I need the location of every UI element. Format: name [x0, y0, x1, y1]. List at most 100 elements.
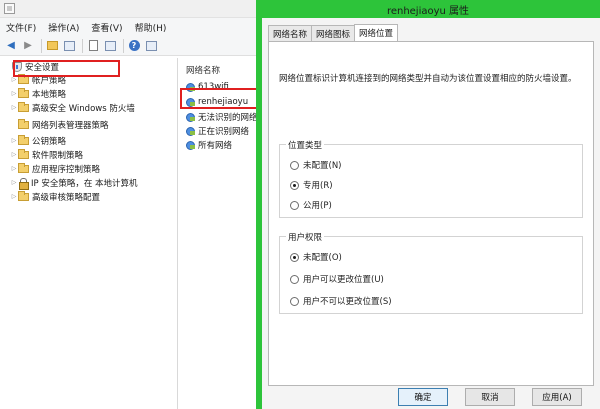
menu-help[interactable]: 帮助(H) — [135, 21, 167, 34]
menu-file[interactable]: 文件(F) — [6, 21, 36, 34]
chevron-right-icon[interactable]: ▷ — [10, 179, 18, 186]
radio-location-private[interactable]: 专用(R) — [290, 179, 333, 191]
radio-label: 用户不可以更改位置(S) — [303, 297, 392, 307]
tree-item-advanced-audit[interactable]: ▷ 高级审核策略配置 — [10, 190, 100, 203]
tree-item-software-restriction[interactable]: ▷ 软件限制策略 — [10, 148, 83, 161]
chevron-right-icon[interactable]: ▷ — [10, 137, 18, 144]
list-item[interactable]: 无法识别的网络 — [185, 110, 258, 123]
list-pane: 网络名称 613wifi renhejiaoyu 无法识别的网络 正在识别网络 … — [182, 58, 260, 409]
user-permissions-group: 用户权限 未配置(O) 用户可以更改位置(U) 用户不可以更改位置(S) — [279, 231, 583, 314]
tree-item-app-control[interactable]: ▷ 应用程序控制策略 — [10, 162, 100, 175]
tree-item-windows-firewall[interactable]: ▷ 高级安全 Windows 防火墙 — [10, 101, 135, 114]
chevron-right-icon[interactable]: ▷ — [10, 104, 18, 111]
list-item[interactable]: 正在识别网络 — [185, 124, 249, 137]
app-icon — [4, 3, 15, 14]
radio-button-icon[interactable] — [290, 296, 299, 306]
list-item[interactable]: 所有网络 — [185, 138, 232, 151]
list-item-label: 无法识别的网络 — [198, 112, 258, 123]
red-highlight-box — [180, 88, 259, 109]
radio-permission-user-cannot-change[interactable]: 用户不可以更改位置(S) — [290, 295, 392, 307]
toolbar-separator — [41, 38, 42, 53]
radio-button-icon[interactable] — [290, 274, 299, 284]
export-list-icon[interactable] — [86, 39, 100, 53]
chevron-right-icon[interactable]: ▷ — [10, 165, 18, 172]
ok-button[interactable]: 确定 — [398, 388, 448, 406]
list-item-label: 正在识别网络 — [198, 126, 250, 137]
tab-network-location[interactable]: 网络位置 — [354, 24, 399, 41]
tab-panel: 网络位置标识计算机连接到的网络类型并自动为该位置设置相应的防火墙设置。 位置类型… — [268, 41, 594, 386]
show-hide-tree-icon[interactable] — [62, 39, 76, 53]
tree-item-local-policies[interactable]: ▷ 本地策略 — [10, 87, 66, 100]
forward-arrow-icon[interactable]: ▶ — [21, 39, 35, 53]
cancel-button[interactable]: 取消 — [465, 388, 515, 406]
properties-dialog: renhejiaoyu 属性 网络名称 网络图标 网络位置 网络位置标识计算机连… — [256, 0, 600, 409]
apply-button[interactable]: 应用(A) — [532, 388, 582, 406]
radio-permission-not-configured[interactable]: 未配置(O) — [290, 251, 342, 263]
tree-item-label: 网络列表管理器策略 — [32, 120, 109, 131]
radio-permission-user-can-change[interactable]: 用户可以更改位置(U) — [290, 273, 384, 285]
window-titlebar — [0, 0, 260, 18]
tab-network-name[interactable]: 网络名称 — [268, 25, 313, 41]
up-folder-icon[interactable] — [45, 39, 59, 53]
chevron-right-icon[interactable]: ▷ — [10, 90, 18, 97]
properties-icon[interactable] — [103, 39, 117, 53]
help-icon[interactable]: ? — [127, 39, 141, 53]
radio-location-public[interactable]: 公用(P) — [290, 199, 332, 211]
chevron-right-icon[interactable]: ▷ — [10, 193, 18, 200]
column-header-network-name[interactable]: 网络名称 — [186, 64, 220, 76]
chevron-right-icon[interactable]: ▷ — [10, 76, 18, 83]
toolbar: ◀ ▶ ? — [0, 36, 260, 56]
radio-label: 未配置(O) — [303, 253, 342, 263]
red-highlight-box — [13, 60, 120, 77]
menu-view[interactable]: 查看(V) — [91, 21, 122, 34]
location-type-group: 位置类型 未配置(N) 专用(R) 公用(P) — [279, 139, 583, 218]
tree-pane: 安全设置 ▷ 帐户策略 ▷ 本地策略 ▷ 高级安全 Windows 防火墙 网络… — [4, 58, 178, 409]
folder-icon — [18, 148, 29, 159]
tree-item-ip-security[interactable]: ▷ IP 安全策略，在 本地计算机 — [10, 176, 138, 190]
radio-label: 公用(P) — [303, 201, 332, 211]
chevron-right-icon[interactable]: ▷ — [10, 151, 18, 158]
tree-item-label: IP 安全策略，在 本地计算机 — [31, 178, 138, 189]
radio-label: 未配置(N) — [303, 161, 342, 171]
tree-item-label: 高级审核策略配置 — [32, 192, 101, 203]
radio-button-icon[interactable] — [290, 180, 299, 190]
radio-button-icon[interactable] — [290, 252, 299, 262]
tree-item-label: 软件限制策略 — [32, 150, 84, 161]
folder-icon — [18, 87, 29, 98]
folder-icon — [18, 162, 29, 173]
dialog-body: 网络名称 网络图标 网络位置 网络位置标识计算机连接到的网络类型并自动为该位置设… — [262, 18, 600, 409]
network-icon — [185, 140, 195, 150]
radio-button-icon[interactable] — [290, 160, 299, 170]
location-description: 网络位置标识计算机连接到的网络类型并自动为该位置设置相应的防火墙设置。 — [279, 74, 577, 84]
tree-item-public-key-policies[interactable]: ▷ 公钥策略 — [10, 134, 66, 147]
menu-bar: 文件(F) 操作(A) 查看(V) 帮助(H) — [0, 18, 260, 36]
folder-icon — [18, 118, 29, 129]
network-icon — [185, 126, 195, 136]
group-label: 用户权限 — [286, 231, 325, 243]
dialog-title: renhejiaoyu 属性 — [386, 5, 470, 17]
tree-item-network-list-manager[interactable]: 网络列表管理器策略 — [10, 118, 109, 131]
radio-button-icon[interactable] — [290, 200, 299, 210]
folder-icon — [18, 190, 29, 201]
toolbar-separator — [123, 38, 124, 53]
toolbar-separator — [82, 38, 83, 53]
console-view-icon[interactable] — [144, 39, 158, 53]
menu-action[interactable]: 操作(A) — [48, 21, 79, 34]
radio-label: 用户可以更改位置(U) — [303, 275, 384, 285]
tree-item-label: 应用程序控制策略 — [32, 164, 101, 175]
back-arrow-icon[interactable]: ◀ — [4, 39, 18, 53]
tree-item-label: 高级安全 Windows 防火墙 — [32, 103, 135, 114]
tree-item-label: 本地策略 — [32, 89, 67, 100]
ip-security-icon — [18, 177, 29, 190]
list-item-label: 所有网络 — [198, 140, 233, 151]
mmc-window: 文件(F) 操作(A) 查看(V) 帮助(H) ◀ ▶ ? 安全设置 ▷ 帐户策… — [0, 0, 260, 409]
folder-icon — [18, 101, 29, 112]
radio-location-not-configured[interactable]: 未配置(N) — [290, 159, 342, 171]
radio-label: 专用(R) — [303, 181, 333, 191]
folder-icon — [18, 134, 29, 145]
tab-strip: 网络名称 网络图标 网络位置 — [268, 24, 399, 41]
tab-network-icon[interactable]: 网络图标 — [311, 25, 356, 41]
network-icon — [185, 112, 195, 122]
tree-item-label: 公钥策略 — [32, 136, 67, 147]
group-label: 位置类型 — [286, 139, 325, 151]
